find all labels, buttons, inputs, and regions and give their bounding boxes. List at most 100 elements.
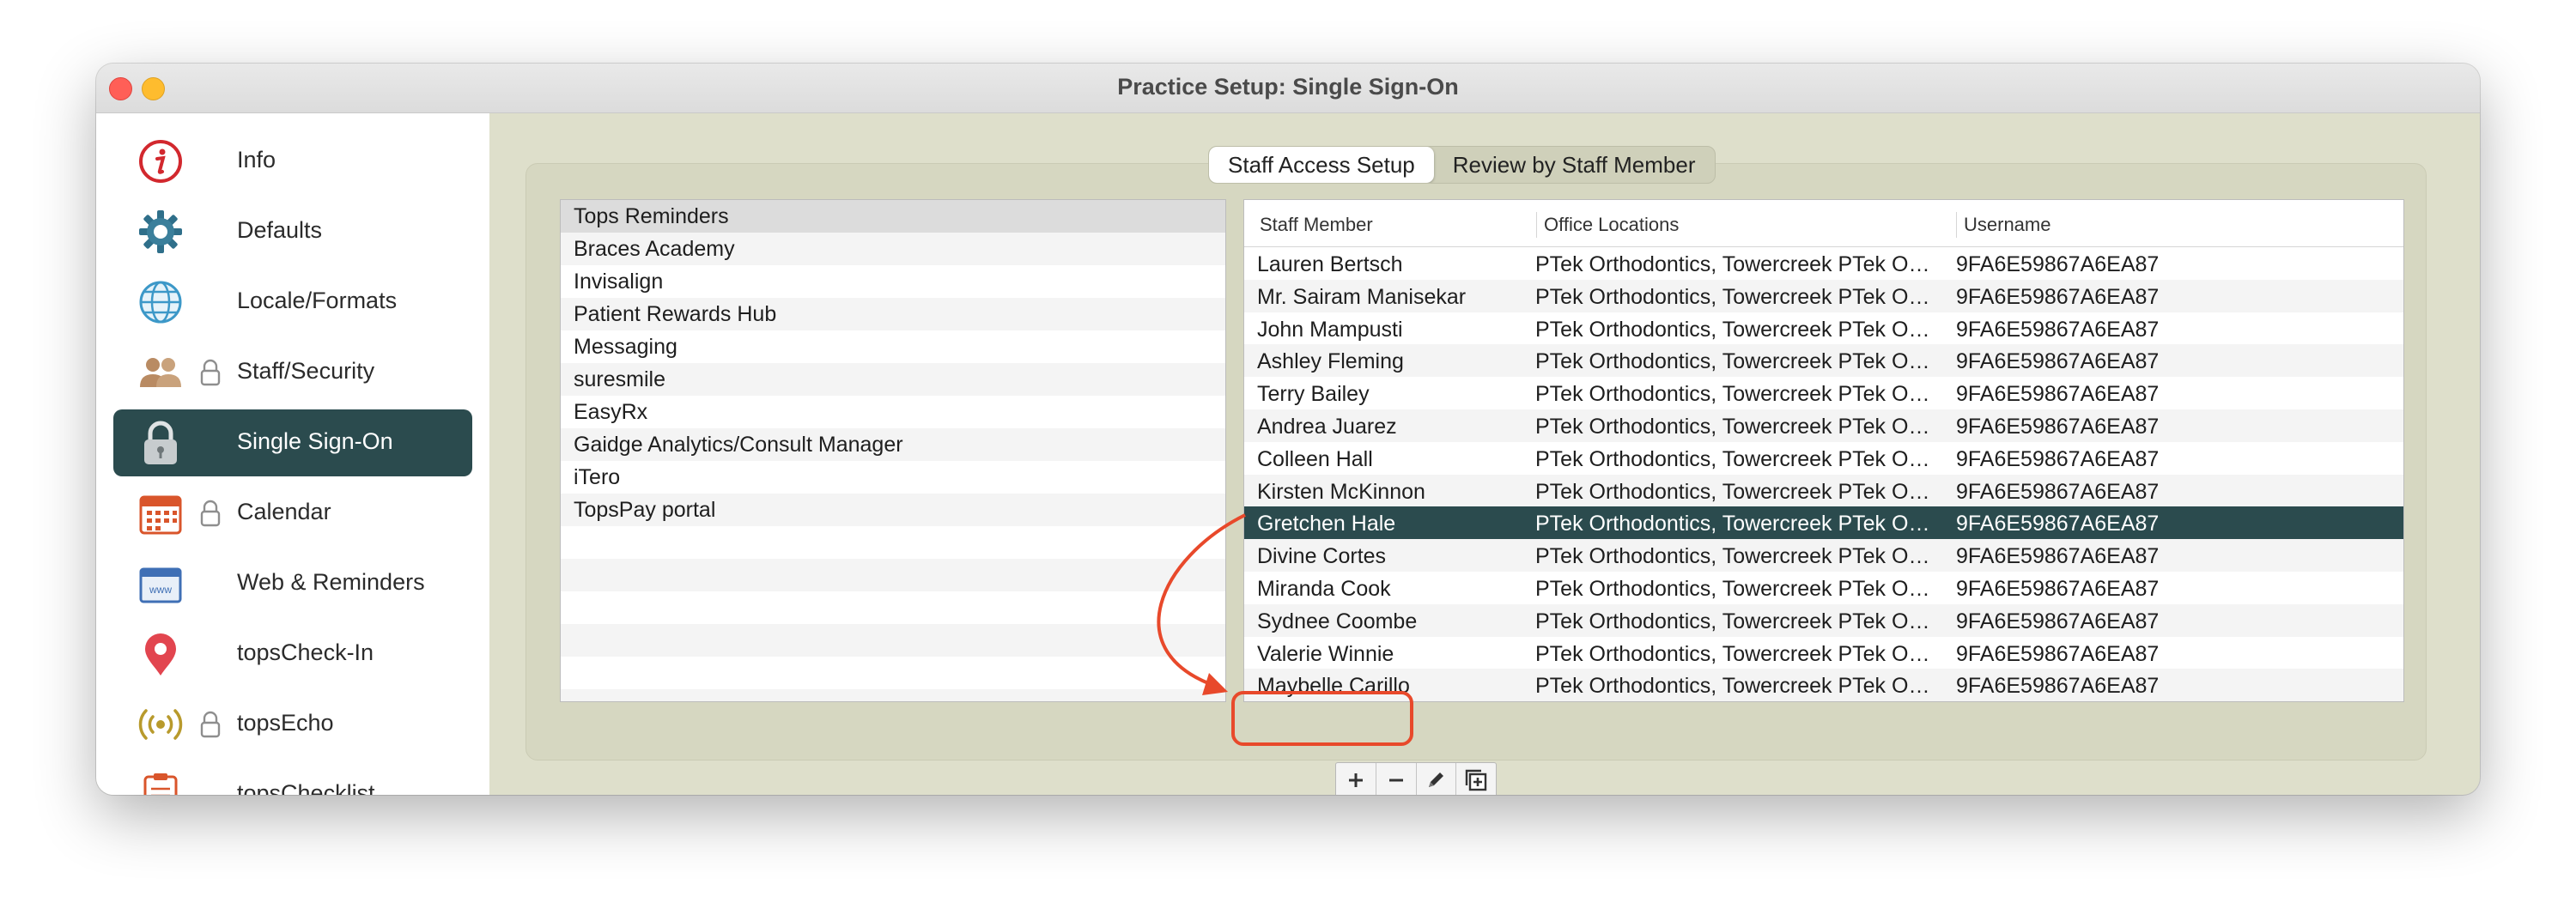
username-cell: 9FA6E59867A6EA87 xyxy=(1956,252,2160,276)
list-item-empty[interactable] xyxy=(561,591,1225,624)
sidebar-item-label: topsCheck-In xyxy=(237,639,374,665)
table-row[interactable]: Divine Cortes PTek Orthodontics, Towercre… xyxy=(1244,539,2403,572)
add-button[interactable] xyxy=(1336,763,1376,795)
list-item[interactable]: Messaging xyxy=(561,330,1225,363)
username-cell: 9FA6E59867A6EA87 xyxy=(1956,479,2160,504)
username-cell: 9FA6E59867A6EA87 xyxy=(1956,349,2160,374)
sidebar: Info Defaults Locale/Formats Staff/Secur… xyxy=(96,113,489,795)
column-header-staff-member[interactable]: Staff Member xyxy=(1260,212,1373,238)
window-title: Practice Setup: Single Sign-On xyxy=(1117,74,1459,100)
annotation-highlight xyxy=(1231,691,1413,746)
staff-name-cell: Ashley Fleming xyxy=(1257,349,1404,374)
office-locations-cell: PTek Orthodontics, Towercreek PTek Ortho… xyxy=(1535,284,1932,309)
office-locations-cell: PTek Orthodontics, Towercreek PTek Ortho… xyxy=(1535,317,1932,342)
table-row[interactable]: John Mampusti PTek Orthodontics, Towercre… xyxy=(1244,312,2403,345)
sidebar-item-label: topsChecklist xyxy=(237,780,375,795)
app-window: Practice Setup: Single Sign-On Info Defa… xyxy=(96,64,2480,795)
table-toolbar xyxy=(1335,762,1497,795)
staff-table[interactable]: Staff Member Office Locations Username L… xyxy=(1243,199,2404,702)
table-row[interactable]: Maybelle Carillo PTek Orthodontics, Tower… xyxy=(1244,669,2403,701)
username-cell: 9FA6E59867A6EA87 xyxy=(1956,382,2160,407)
list-item[interactable]: iTero xyxy=(561,461,1225,494)
staff-icon xyxy=(140,358,181,387)
office-locations-cell: PTek Orthodontics, Towercreek PTek Ortho… xyxy=(1535,349,1932,374)
sidebar-item-info[interactable]: Info xyxy=(113,128,472,195)
table-row[interactable]: Ashley Fleming PTek Orthodontics, Towercr… xyxy=(1244,344,2403,378)
list-item-empty[interactable] xyxy=(561,657,1225,689)
office-locations-cell: PTek Orthodontics, Towercreek PTek Ortho… xyxy=(1535,414,1932,439)
edit-button[interactable] xyxy=(1417,763,1457,795)
list-item[interactable]: TopsPay portal xyxy=(561,494,1225,526)
office-locations-cell: PTek Orthodontics, Towercreek PTek Ortho… xyxy=(1535,512,1932,536)
office-locations-cell: PTek Orthodontics, Towercreek PTek Ortho… xyxy=(1535,674,1932,699)
office-locations-cell: PTek Orthodontics, Towercreek PTek Ortho… xyxy=(1535,609,1932,633)
list-item-empty[interactable] xyxy=(561,624,1225,657)
sidebar-item-calendar[interactable]: Calendar xyxy=(113,480,472,547)
username-cell: 9FA6E59867A6EA87 xyxy=(1956,284,2160,309)
add-multiple-button[interactable] xyxy=(1456,763,1496,795)
staff-name-cell: Valerie Winnie xyxy=(1257,641,1394,666)
list-item-empty[interactable] xyxy=(561,689,1225,701)
service-list[interactable]: Tops Reminders Braces Academy Invisalign Pa… xyxy=(560,199,1226,702)
plus-icon xyxy=(1348,773,1363,787)
column-header-office-locations[interactable]: Office Locations xyxy=(1536,212,1679,238)
staff-name-cell: Mr. Sairam Manisekar xyxy=(1257,284,1467,309)
list-item[interactable]: Tops Reminders xyxy=(561,200,1225,233)
staff-name-cell: John Mampusti xyxy=(1257,317,1403,342)
table-row[interactable]: Terry Bailey PTek Orthodontics, Towercree… xyxy=(1244,377,2403,409)
sidebar-item-label: Locale/Formats xyxy=(237,288,398,313)
list-item[interactable]: EasyRx xyxy=(561,396,1225,428)
sidebar-item-label: Single Sign-On xyxy=(237,428,393,454)
list-item-empty[interactable] xyxy=(561,526,1225,559)
lock-icon xyxy=(200,711,221,738)
globe-icon xyxy=(139,281,182,324)
sidebar-item-label: topsEcho xyxy=(237,710,334,736)
gear-icon xyxy=(139,210,182,253)
sidebar-item-single-sign-on[interactable]: Single Sign-On xyxy=(113,409,472,476)
tab-staff-access-setup[interactable]: Staff Access Setup xyxy=(1209,147,1434,183)
office-locations-cell: PTek Orthodontics, Towercreek PTek Ortho… xyxy=(1535,446,1932,471)
table-row[interactable]: Kirsten McKinnon PTek Orthodontics, Tower… xyxy=(1244,474,2403,507)
tab-review-by-staff-member[interactable]: Review by Staff Member xyxy=(1434,147,1715,183)
title-bar[interactable]: Practice Setup: Single Sign-On xyxy=(96,64,2480,113)
table-row[interactable]: Gretchen Hale PTek Orthodontics, Towercre… xyxy=(1244,506,2403,540)
lock-icon xyxy=(200,359,221,386)
list-item[interactable]: Braces Academy xyxy=(561,233,1225,265)
username-cell: 9FA6E59867A6EA87 xyxy=(1956,512,2160,536)
list-item-empty[interactable] xyxy=(561,559,1225,591)
staff-name-cell: Colleen Hall xyxy=(1257,446,1373,471)
sidebar-item-defaults[interactable]: Defaults xyxy=(113,198,472,265)
table-row[interactable]: Miranda Cook PTek Orthodontics, Towercree… xyxy=(1244,572,2403,604)
sidebar-item-topscheck-in[interactable]: topsCheck-In xyxy=(113,621,472,688)
sidebar-item-label: Calendar xyxy=(237,499,331,524)
table-body: Lauren Bertsch PTek Orthodontics, Towercr… xyxy=(1244,247,2403,701)
sidebar-item-topsecho[interactable]: topsEcho xyxy=(113,691,472,758)
sidebar-item-locale-formats[interactable]: Locale/Formats xyxy=(113,269,472,336)
sidebar-item-staff-security[interactable]: Staff/Security xyxy=(113,339,472,406)
table-row[interactable]: Andrea Juarez PTek Orthodontics, Towercre… xyxy=(1244,409,2403,442)
list-item[interactable]: Patient Rewards Hub xyxy=(561,298,1225,330)
list-item[interactable]: suresmile xyxy=(561,363,1225,396)
table-row[interactable]: Valerie Winnie PTek Orthodontics, Towercr… xyxy=(1244,637,2403,670)
add-multiple-icon xyxy=(1465,769,1487,791)
column-header-username[interactable]: Username xyxy=(1956,212,2050,238)
office-locations-cell: PTek Orthodontics, Towercreek PTek Ortho… xyxy=(1535,252,1932,276)
sidebar-item-topschecklist[interactable]: topsChecklist xyxy=(113,761,472,795)
table-row[interactable]: Lauren Bertsch PTek Orthodontics, Towercr… xyxy=(1244,247,2403,280)
staff-name-cell: Lauren Bertsch xyxy=(1257,252,1403,276)
table-row[interactable]: Sydnee Coombe PTek Orthodontics, Towercre… xyxy=(1244,603,2403,637)
sidebar-item-web-reminders[interactable]: www Web & Reminders xyxy=(113,550,472,617)
staff-name-cell: Divine Cortes xyxy=(1257,544,1387,569)
username-cell: 9FA6E59867A6EA87 xyxy=(1956,674,2160,699)
office-locations-cell: PTek Orthodontics, Towercreek PTek Ortho… xyxy=(1535,479,1932,504)
staff-name-cell: Andrea Juarez xyxy=(1257,414,1397,439)
staff-name-cell: Sydnee Coombe xyxy=(1257,609,1418,633)
username-cell: 9FA6E59867A6EA87 xyxy=(1956,641,2160,666)
remove-button[interactable] xyxy=(1376,763,1417,795)
staff-name-cell: Terry Bailey xyxy=(1257,382,1370,407)
list-item[interactable]: Invisalign xyxy=(561,265,1225,298)
table-row[interactable]: Colleen Hall PTek Orthodontics, Towercree… xyxy=(1244,442,2403,475)
info-icon xyxy=(139,140,182,183)
list-item[interactable]: Gaidge Analytics/Consult Manager xyxy=(561,428,1225,461)
table-row[interactable]: Mr. Sairam Manisekar PTek Orthodontics, T… xyxy=(1244,279,2403,312)
